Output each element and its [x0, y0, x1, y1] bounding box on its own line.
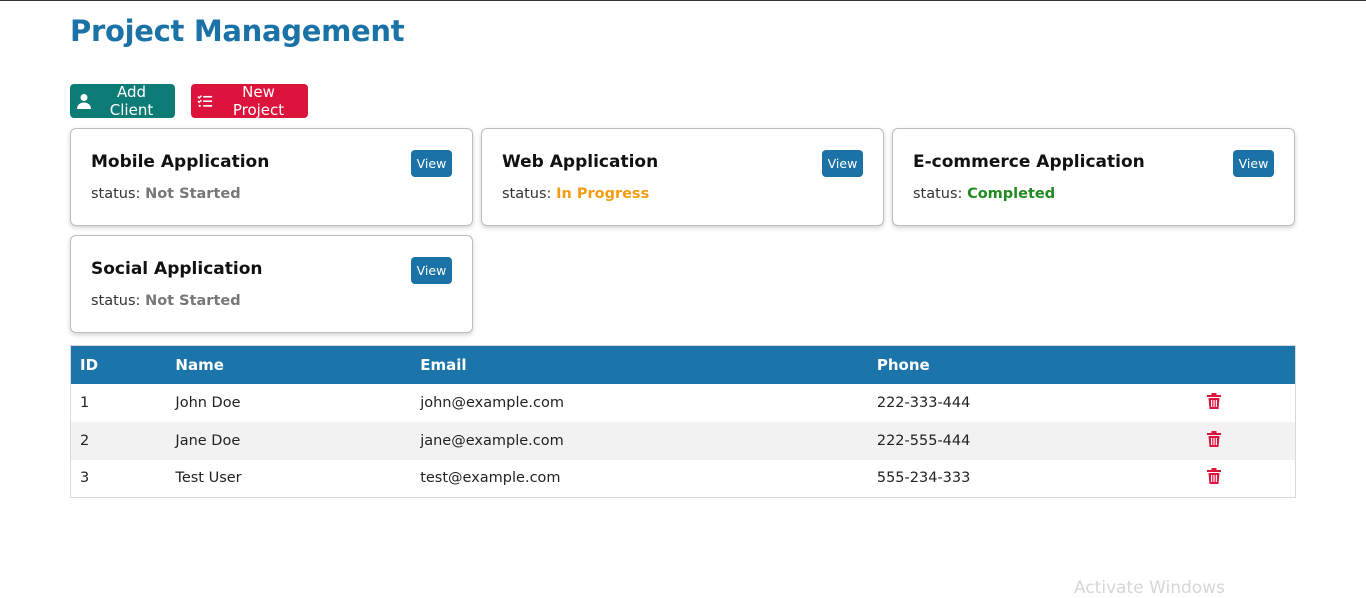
cell-phone: 555-234-333: [876, 470, 971, 487]
table-row: 3 Test User test@example.com 555-234-333: [70, 459, 1296, 498]
table-row: 1 John Doe john@example.com 222-333-444: [70, 383, 1296, 422]
project-status: status: Completed: [913, 186, 1055, 202]
top-border: [0, 0, 1366, 1]
column-header-email: Email: [420, 355, 467, 374]
cell-actions: [1192, 422, 1296, 460]
status-label: status:: [913, 186, 963, 202]
project-card-ecommerce: E-commerce Application status: Completed…: [892, 128, 1295, 226]
status-value: Not Started: [145, 293, 241, 309]
cell-id: 2: [80, 432, 90, 449]
status-value: Completed: [967, 186, 1056, 202]
new-project-label: New Project: [232, 83, 285, 119]
action-bar: Add Client New Project: [70, 83, 308, 119]
trash-icon[interactable]: [1206, 430, 1221, 447]
project-status: status: Not Started: [91, 293, 241, 309]
project-name: Mobile Application: [91, 152, 270, 172]
status-label: status:: [91, 293, 141, 309]
add-client-label: Add Client: [109, 83, 154, 119]
column-header-actions: [1192, 346, 1296, 384]
status-label: status:: [502, 186, 552, 202]
table-row: 2 Jane Doe jane@example.com 222-555-444: [70, 421, 1296, 460]
column-header-id: ID: [80, 355, 99, 374]
status-label: status:: [91, 186, 141, 202]
project-card-social: Social Application status: Not Started V…: [70, 235, 473, 333]
cell-email: test@example.com: [420, 470, 561, 487]
cell-actions: [1192, 384, 1296, 422]
cell-name: John Doe: [175, 394, 241, 411]
table-header-row: ID Name Email Phone: [70, 345, 1296, 384]
project-name: E-commerce Application: [913, 152, 1145, 172]
cell-id: 1: [80, 394, 90, 411]
trash-icon[interactable]: [1206, 468, 1221, 485]
status-value: Not Started: [145, 186, 241, 202]
add-client-button[interactable]: Add Client: [70, 83, 175, 119]
column-header-phone: Phone: [876, 355, 930, 374]
view-button[interactable]: View: [411, 150, 452, 177]
activate-windows-watermark: Activate Windows: [1074, 578, 1225, 598]
project-status: status: Not Started: [91, 186, 241, 202]
tasks-list-icon: [197, 95, 213, 108]
view-button[interactable]: View: [1233, 150, 1274, 177]
project-card-mobile: Mobile Application status: Not Started V…: [70, 128, 473, 226]
new-project-button[interactable]: New Project: [191, 83, 308, 119]
trash-icon[interactable]: [1206, 392, 1221, 409]
view-button[interactable]: View: [411, 257, 452, 284]
cell-name: Test User: [175, 470, 242, 487]
project-name: Social Application: [91, 259, 263, 279]
clients-table: ID Name Email Phone 1 John Doe john@exam…: [70, 345, 1296, 498]
status-value: In Progress: [556, 186, 650, 202]
project-status: status: In Progress: [502, 186, 649, 202]
project-name: Web Application: [502, 152, 659, 172]
view-button[interactable]: View: [822, 150, 863, 177]
cell-phone: 222-333-444: [876, 394, 971, 411]
cell-actions: [1192, 460, 1296, 498]
user-icon: [77, 94, 91, 109]
cell-email: john@example.com: [420, 394, 564, 411]
project-card-web: Web Application status: In Progress View: [481, 128, 884, 226]
cell-id: 3: [80, 470, 90, 487]
cell-email: jane@example.com: [420, 432, 564, 449]
cell-phone: 222-555-444: [876, 432, 971, 449]
page-title: Project Management: [70, 14, 405, 48]
cell-name: Jane Doe: [175, 432, 241, 449]
column-header-name: Name: [175, 355, 224, 374]
